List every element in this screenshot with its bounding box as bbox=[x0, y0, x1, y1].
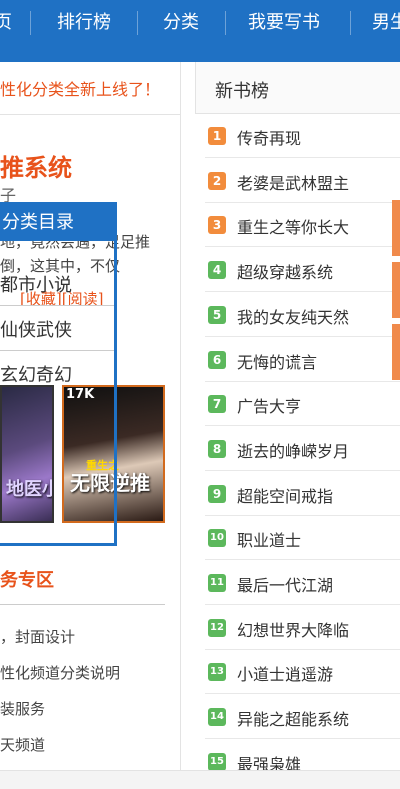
nav-category[interactable]: 分类 bbox=[163, 0, 199, 45]
rank-row[interactable]: 6 无悔的谎言 bbox=[205, 338, 400, 382]
rank-book-title[interactable]: 超能空间戒指 bbox=[237, 483, 333, 507]
divider bbox=[0, 604, 165, 605]
rank-book-title[interactable]: 异能之超能系统 bbox=[237, 706, 349, 730]
rank-row[interactable]: 14 异能之超能系统 bbox=[205, 695, 400, 740]
rank-book-title[interactable]: 超级穿越系统 bbox=[237, 259, 333, 283]
nav-boys[interactable]: 男生 bbox=[372, 0, 400, 45]
featured-book-title[interactable]: 推系统 bbox=[0, 148, 72, 183]
rank-book-title[interactable]: 无悔的谎言 bbox=[237, 349, 317, 373]
rank-number-badge: 3 bbox=[208, 216, 226, 235]
rank-book-title[interactable]: 职业道士 bbox=[237, 527, 301, 551]
rank-row[interactable]: 12 幻想世界大降临 bbox=[205, 606, 400, 650]
nav-ranking[interactable]: 排行榜 bbox=[57, 0, 111, 45]
nav-divider bbox=[137, 11, 138, 35]
rank-number-badge: 10 bbox=[208, 529, 226, 548]
nav-write-book[interactable]: 我要写书 bbox=[248, 0, 320, 45]
category-dropdown-header[interactable]: 分类目录 bbox=[0, 205, 114, 241]
service-section-title: 务专区 bbox=[0, 570, 54, 591]
rank-book-title[interactable]: 重生之等你长大 bbox=[237, 214, 349, 238]
rank-row[interactable]: 2 老婆是武林盟主 bbox=[205, 159, 400, 203]
nav-divider bbox=[30, 11, 31, 35]
rank-number-badge: 15 bbox=[208, 752, 226, 771]
top-nav: 页 排行榜 分类 我要写书 男生 bbox=[0, 0, 400, 62]
rank-number-badge: 8 bbox=[208, 439, 226, 458]
rank-number-badge: 1 bbox=[208, 127, 226, 145]
category-dropdown: 分类目录 都市小说 仙侠武侠 玄幻奇幻 bbox=[0, 202, 117, 546]
divider bbox=[0, 114, 180, 115]
new-books-panel: 新书榜 1 传奇再现 2 老婆是武林盟主 3 重生之等你长大 4 超级穿越系统 5 我的女友纯天然… bbox=[195, 62, 400, 789]
rank-book-title[interactable]: 幻想世界大降临 bbox=[237, 617, 349, 641]
rank-book-title[interactable]: 老婆是武林盟主 bbox=[237, 170, 349, 194]
rank-book-title[interactable]: 我的女友纯天然 bbox=[237, 304, 349, 328]
rank-row[interactable]: 1 传奇再现 bbox=[205, 114, 400, 158]
left-column: 性化分类全新上线了！ 推系统 子 地，竟然会遇，足足推倒，这其中，不仅 [收藏]… bbox=[0, 62, 181, 789]
divider bbox=[0, 305, 114, 306]
service-link[interactable]: ，封面设计 bbox=[0, 626, 75, 647]
rank-number-badge: 7 bbox=[208, 395, 226, 414]
rank-row[interactable]: 9 超能空间戒指 bbox=[205, 472, 400, 516]
service-link[interactable]: 天频道 bbox=[0, 734, 45, 755]
rank-book-title[interactable]: 逝去的峥嵘岁月 bbox=[237, 438, 349, 462]
rank-number-badge: 6 bbox=[208, 350, 226, 369]
bottom-bar bbox=[0, 770, 400, 789]
rank-row[interactable]: 8 逝去的峥嵘岁月 bbox=[205, 427, 400, 471]
divider bbox=[0, 350, 114, 351]
rank-number-badge: 9 bbox=[208, 484, 226, 503]
notice-text[interactable]: 性化分类全新上线了！ bbox=[0, 76, 160, 100]
rank-number-badge: 11 bbox=[208, 574, 226, 592]
rank-number-badge: 5 bbox=[208, 305, 226, 324]
rank-book-title[interactable]: 小道士逍遥游 bbox=[237, 661, 333, 685]
rank-row[interactable]: 5 我的女友纯天然 bbox=[205, 293, 400, 337]
rank-book-title[interactable]: 最后一代江湖 bbox=[237, 572, 333, 596]
rank-row[interactable]: 10 职业道士 bbox=[205, 516, 400, 561]
rank-number-badge: 13 bbox=[208, 663, 226, 682]
rank-row[interactable]: 3 重生之等你长大 bbox=[205, 203, 400, 248]
category-item-urban[interactable]: 都市小说 bbox=[0, 271, 72, 297]
nav-home[interactable]: 页 bbox=[0, 0, 12, 45]
rank-row[interactable]: 7 广告大亨 bbox=[205, 382, 400, 427]
nav-divider bbox=[225, 11, 226, 35]
side-tab[interactable] bbox=[392, 200, 400, 256]
side-tab[interactable] bbox=[392, 262, 400, 318]
nav-divider bbox=[350, 11, 351, 35]
rank-row[interactable]: 13 小道士逍遥游 bbox=[205, 650, 400, 695]
service-link[interactable]: 装服务 bbox=[0, 698, 45, 719]
rank-number-badge: 2 bbox=[208, 171, 226, 190]
rank-book-title[interactable]: 传奇再现 bbox=[237, 125, 301, 149]
rank-number-badge: 4 bbox=[208, 261, 226, 280]
rank-row[interactable]: 11 最后一代江湖 bbox=[205, 561, 400, 605]
category-item-fantasy[interactable]: 玄幻奇幻 bbox=[0, 361, 72, 387]
rank-number-badge: 14 bbox=[208, 708, 226, 727]
side-tab[interactable] bbox=[392, 324, 400, 380]
category-item-xianxia[interactable]: 仙侠武侠 bbox=[0, 316, 72, 342]
rank-row[interactable]: 4 超级穿越系统 bbox=[205, 248, 400, 293]
panel-title: 新书榜 bbox=[215, 81, 269, 102]
panel-header: 新书榜 bbox=[195, 62, 400, 114]
service-link[interactable]: 性化频道分类说明 bbox=[0, 662, 120, 683]
rank-number-badge: 12 bbox=[208, 618, 226, 637]
rank-book-title[interactable]: 广告大亨 bbox=[237, 393, 301, 417]
